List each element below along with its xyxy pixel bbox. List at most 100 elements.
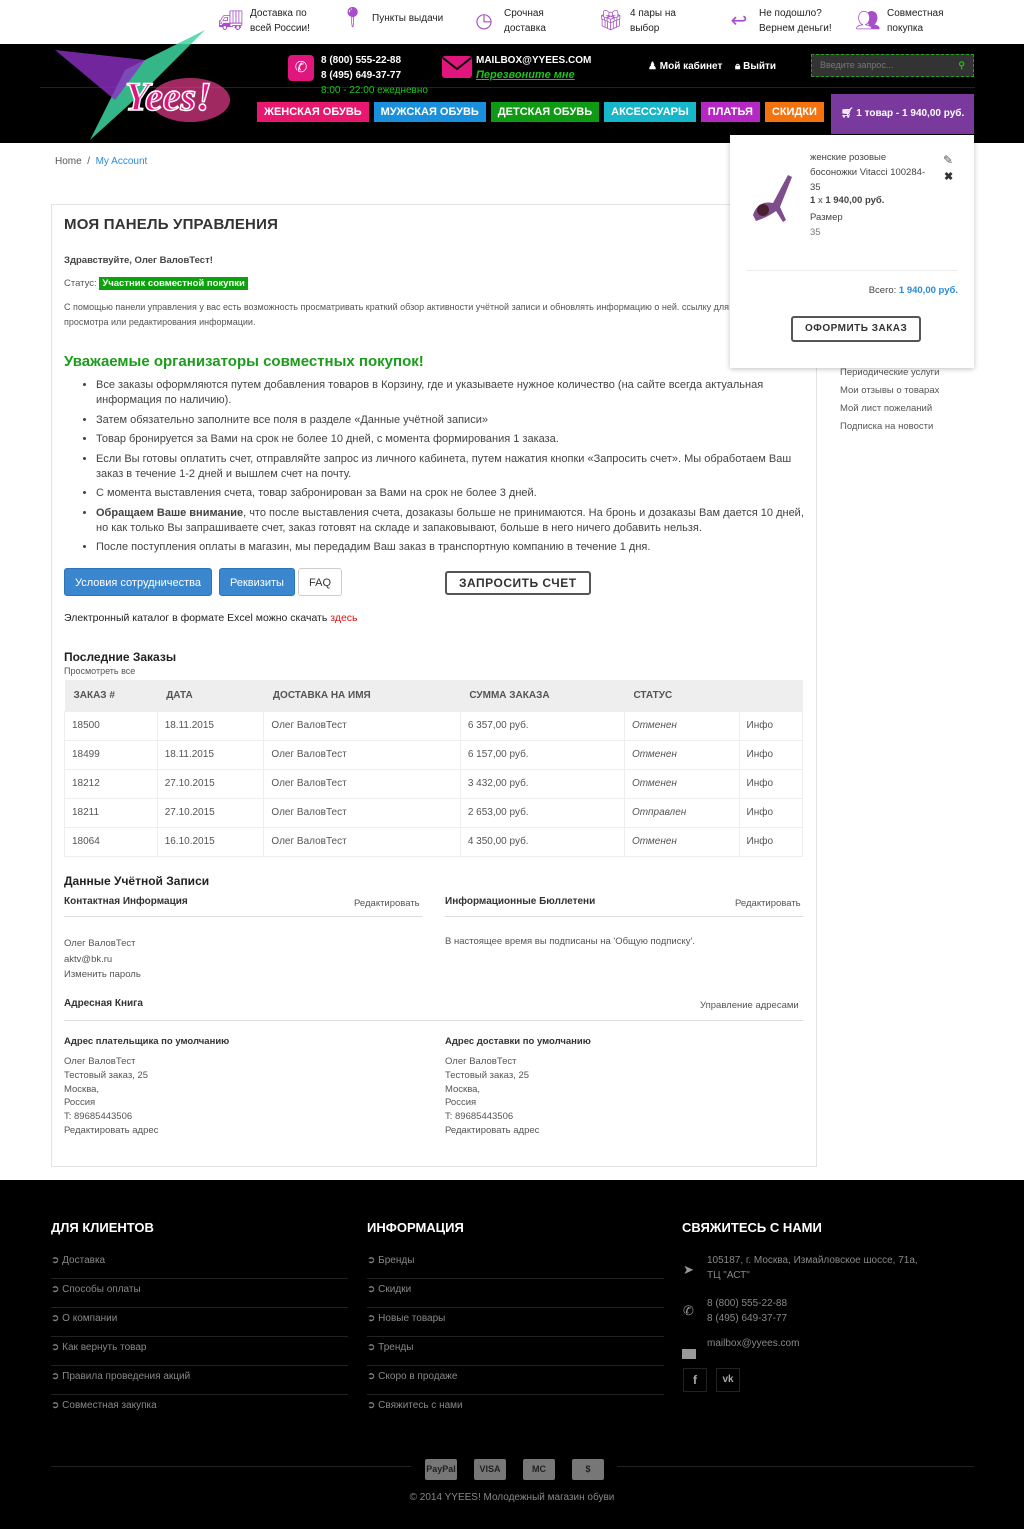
edit-newsletter-link[interactable]: Редактировать [735,898,801,909]
view-all-link[interactable]: Просмотреть все [64,666,135,676]
breadcrumb-home[interactable]: Home [55,156,82,167]
search-input[interactable]: Введите запрос... ⚲ [811,54,974,77]
orders-table: ЗАКАЗ # ДАТА ДОСТАВКА НА ИМЯ СУММА ЗАКАЗА СТ… [64,680,804,857]
cart-item-price: 1 x 1 940,00 руб. [810,195,885,206]
nav-item-2[interactable]: ДЕТСКАЯ ОБУВЬ [490,102,600,122]
checkout-button[interactable]: ОФОРМИТЬ ЗАКАЗ [791,316,922,342]
rule-item: С момента выставления счета, товар забро… [96,486,805,501]
faq-button[interactable]: FAQ [298,568,343,596]
logout-link[interactable]: 🔒︎ Выйти [735,59,776,74]
account-title: Данные Учётной Записи [64,874,210,888]
footer-link[interactable]: ➲ Как вернуть товар [51,1337,348,1366]
info-link[interactable]: Инфо [738,739,804,770]
nav-item-4[interactable]: ПЛАТЬЯ [700,102,760,122]
table-cell: 18.11.2015 [156,710,265,741]
header-email[interactable]: MAILBOX@YYEES.COM [476,53,591,68]
table-cell: 18064 [64,826,158,857]
nav-item-1[interactable]: МУЖСКАЯ ОБУВЬ [373,102,486,122]
column-header: ДОСТАВКА НА ИМЯ [263,680,461,711]
phone-icon: ✆ [288,55,314,81]
map-pin-icon: 📍︎ [340,7,366,29]
edit-address-link[interactable]: Редактировать адрес [64,1124,158,1138]
column-header: ЗАКАЗ # [64,680,158,711]
requisites-button[interactable]: Реквизиты [219,568,295,596]
payment-icon: VISA [474,1459,506,1480]
sidebar-item[interactable]: Мои отзывы о товарах [840,382,939,400]
breadcrumb: Home / My Account [55,156,148,167]
rule-item: Если Вы готовы оплатить счет, отправляйт… [96,452,805,482]
info-link[interactable]: Инфо [738,797,804,828]
footer-link[interactable]: ➲ Бренды [367,1250,664,1279]
footer-link[interactable]: ➲ Скидки [367,1279,664,1308]
footer-link[interactable]: ➲ Тренды [367,1337,664,1366]
table-cell: Олег ВаловТест [263,739,461,770]
footer-link[interactable]: ➲ Доставка [51,1250,348,1279]
address-book-title: Адресная Книга [64,998,143,1009]
info-link[interactable]: Инфо [738,768,804,799]
clock-icon: ◷ [475,10,493,32]
footer-clients-title: ДЛЯ КЛИЕНТОВ [51,1220,154,1235]
newsletter-text: В настоящее время вы подписаны на 'Общую… [445,936,695,947]
feature-2[interactable]: ◷ Срочная доставка [472,6,546,36]
footer-link[interactable]: ➲ Свяжитесь с нами [367,1395,664,1424]
edit-contact-link[interactable]: Редактировать [354,898,420,909]
circle-arrow-icon: ➲ [51,1284,63,1295]
circle-arrow-icon: ➲ [367,1400,379,1411]
footer-link[interactable]: ➲ Совместная закупка [51,1395,348,1424]
request-invoice-button[interactable]: ЗАПРОСИТЬ СЧЕТ [445,571,591,595]
edit-icon[interactable]: ✎ [943,153,953,167]
change-password-link[interactable]: Изменить пароль [64,967,141,983]
cart-item-name[interactable]: женские розовые босоножки Vitacci 100284… [810,150,935,195]
terms-button[interactable]: Условия сотрудничества [64,568,212,596]
product-image[interactable] [748,165,798,225]
nav-item-5[interactable]: СКИДКИ [764,102,824,122]
footer-link[interactable]: ➲ Новые товары [367,1308,664,1337]
table-cell: 18211 [64,797,158,828]
footer-link[interactable]: ➲ Способы оплаты [51,1279,348,1308]
logo[interactable]: Yees! [55,30,245,142]
sidebar-item[interactable]: Подписка на новости [840,418,939,436]
feature-3[interactable]: 🎁︎ 4 пары на выбор [598,6,676,36]
table-cell: 18499 [64,739,158,770]
circle-arrow-icon: ➲ [51,1371,63,1382]
feature-1[interactable]: 📍︎ Пункты выдачи [340,6,443,30]
footer-link[interactable]: ➲ Правила проведения акций [51,1366,348,1395]
breadcrumb-current: My Account [95,156,148,167]
table-cell: 27.10.2015 [156,768,265,799]
cart-icon: 🛒︎ [840,108,857,119]
feature-5[interactable]: 👥︎ Совместная покупка [855,6,944,36]
table-row: 18212 27.10.2015 Олег ВаловТест 3 432,00 ру… [64,768,804,799]
footer-link[interactable]: ➲ Скоро в продаже [367,1366,664,1395]
feature-4[interactable]: ↩ Не подошло? Вернем деньги! [727,6,832,36]
circle-arrow-icon: ➲ [51,1342,63,1353]
callback-link[interactable]: Перезвоните мне [476,68,575,83]
remove-icon[interactable]: ✖ [944,170,953,183]
table-cell: Олег ВаловТест [263,826,461,857]
nav-item-3[interactable]: АКСЕССУАРЫ [604,102,696,122]
footer-link[interactable]: ➲ О компании [51,1308,348,1337]
location-icon: ➤ [683,1262,694,1277]
manage-addresses-link[interactable]: Управление адресами [700,1000,799,1011]
shipping-title: Адрес доставки по умолчанию [445,1036,591,1047]
greeting: Здравствуйте, Олег ВаловТест! [64,255,213,266]
vk-icon[interactable]: vk [716,1368,740,1392]
lock-icon: 🔒︎ [735,61,744,72]
info-link[interactable]: Инфо [738,710,804,741]
table-cell: Отменен [623,710,740,741]
sidebar-item[interactable]: Мой лист пожеланий [840,400,939,418]
table-cell: Отменен [623,768,740,799]
cart-item-size: Размер 35 [810,212,843,238]
catalog-download-link[interactable]: здесь [330,612,357,624]
rule-item: Обращаем Ваше внимание, что после выстав… [96,506,805,536]
info-link[interactable]: Инфо [738,826,804,857]
table-cell: Отменен [623,739,740,770]
circle-arrow-icon: ➲ [367,1342,379,1353]
facebook-icon[interactable]: f [683,1368,707,1392]
my-cabinet-link[interactable]: ♟ Мой кабинет [648,59,722,74]
nav-item-0[interactable]: ЖЕНСКАЯ ОБУВЬ [257,102,369,122]
cart-button[interactable]: 🛒︎ 1 товар - 1 940,00 руб. [831,94,974,134]
edit-address-link[interactable]: Редактировать адрес [445,1124,539,1138]
footer-info-links: ➲ Бренды ➲ Скидки ➲ Новые товары ➲ Тренды ➲ … [367,1250,664,1424]
search-icon[interactable]: ⚲ [958,55,965,76]
footer-email[interactable]: mailbox@yyees.com [707,1338,799,1349]
